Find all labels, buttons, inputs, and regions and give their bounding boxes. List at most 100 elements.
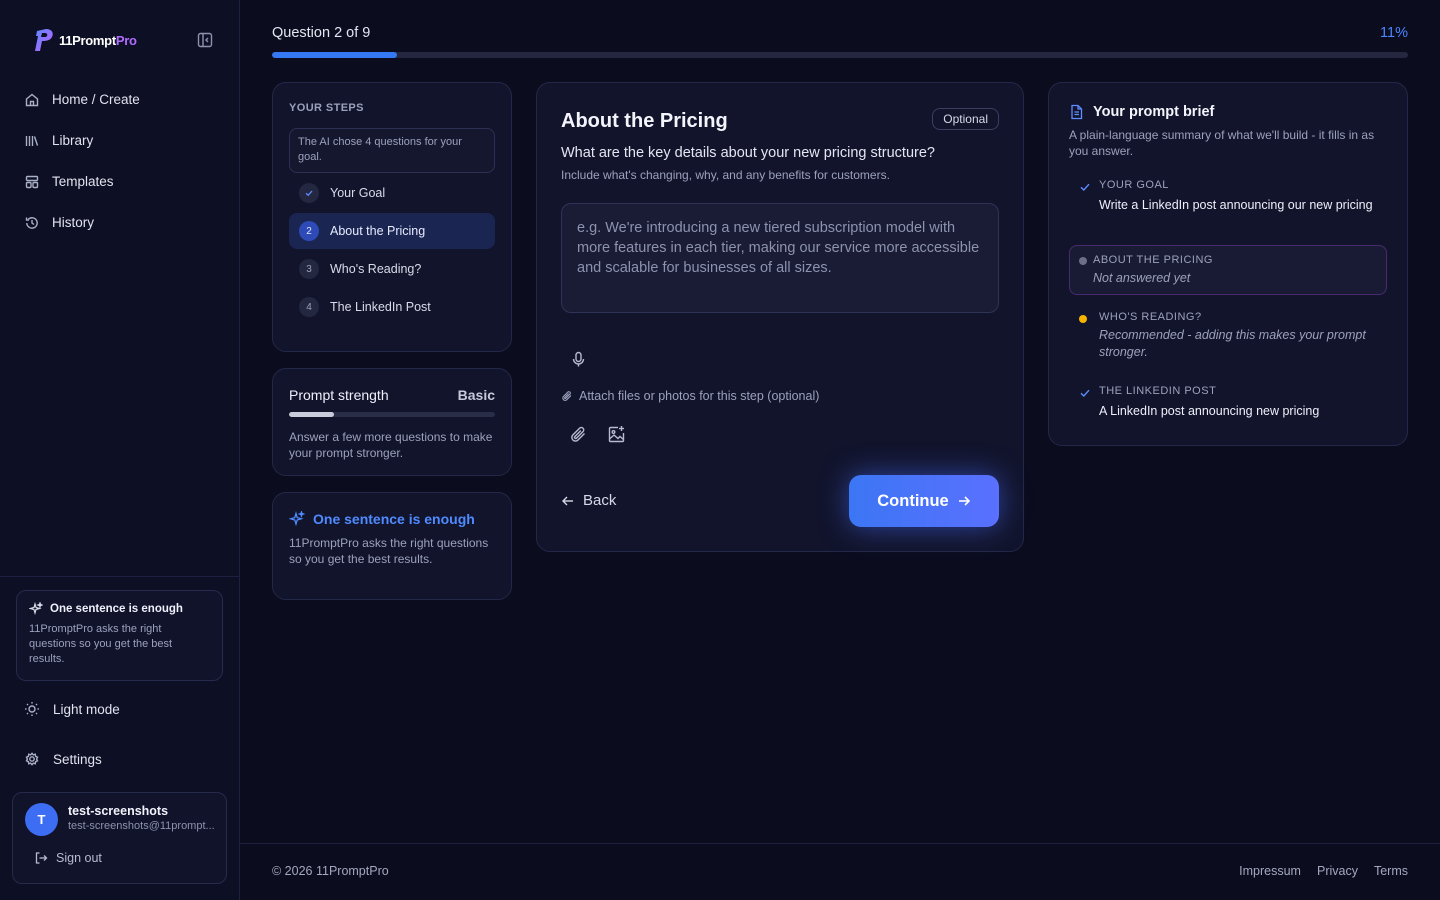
sign-out-icon xyxy=(35,852,48,864)
strength-level: Basic xyxy=(457,387,495,403)
check-icon xyxy=(1079,181,1091,193)
sidebar-divider xyxy=(0,576,239,577)
step-number: 3 xyxy=(299,259,319,279)
attach-photo-button[interactable] xyxy=(607,425,626,444)
user-card: T test-screenshots test-screenshots@11pr… xyxy=(12,792,227,884)
progress-bar xyxy=(272,52,1408,58)
step-about-the-pricing[interactable]: 2 About the Pricing xyxy=(289,213,495,249)
step-label: Who's Reading? xyxy=(330,262,422,276)
strength-label: Prompt strength xyxy=(289,387,389,403)
check-icon xyxy=(1079,387,1091,399)
microphone-icon[interactable] xyxy=(570,351,587,368)
progress-percent: 11% xyxy=(1380,25,1408,41)
step-number: 2 xyxy=(299,221,319,241)
brief-item-your-goal[interactable]: YOUR GOAL Write a LinkedIn post announci… xyxy=(1069,179,1387,214)
collapse-sidebar-icon[interactable] xyxy=(196,31,214,49)
logo-icon xyxy=(35,29,53,51)
prompt-strength-card: Prompt strength Basic Answer a few more … xyxy=(272,368,512,476)
continue-label: Continue xyxy=(877,491,949,510)
status-dot-gray xyxy=(1079,257,1087,265)
step-your-goal[interactable]: Your Goal xyxy=(289,175,495,211)
sidebar-item-library[interactable]: Library xyxy=(14,123,226,158)
footer-link-privacy[interactable]: Privacy xyxy=(1317,864,1358,878)
arrow-right-icon xyxy=(958,496,970,506)
light-mode-toggle[interactable]: Light mode xyxy=(24,701,120,717)
steps-card: YOUR STEPS The AI chose 4 questions for … xyxy=(272,82,512,352)
progress-bar-fill xyxy=(272,52,397,58)
step-number: 4 xyxy=(299,297,319,317)
library-icon xyxy=(25,135,39,146)
question-card: About the Pricing Optional What are the … xyxy=(536,82,1024,552)
footer-link-terms[interactable]: Terms xyxy=(1374,864,1408,878)
copyright: © 2026 11PromptPro xyxy=(272,864,389,878)
paperclip-icon xyxy=(571,426,585,442)
steps-title: YOUR STEPS xyxy=(289,102,364,114)
sign-out-button[interactable]: Sign out xyxy=(34,851,102,865)
step-label: Your Goal xyxy=(330,186,386,200)
sidebar-item-label: Home / Create xyxy=(52,92,140,107)
step-check-icon xyxy=(299,183,319,203)
sun-icon xyxy=(25,702,39,716)
brief-item-whos-reading[interactable]: WHO'S READING? Recommended - adding this… xyxy=(1069,311,1387,361)
sidebar-item-templates[interactable]: Templates xyxy=(14,164,226,199)
sidebar: 11PromptPro Home / Create Library Templa… xyxy=(0,0,240,900)
status-dot-yellow xyxy=(1079,313,1087,323)
sidebar-item-label: Templates xyxy=(52,174,114,189)
sidebar-tip-title: One sentence is enough xyxy=(29,602,210,616)
sparkle-icon xyxy=(29,602,43,616)
tip-card: One sentence is enough 11PromptPro asks … xyxy=(272,492,512,600)
sidebar-item-history[interactable]: History xyxy=(14,205,226,240)
avatar[interactable]: T xyxy=(25,803,58,836)
step-the-linkedin-post[interactable]: 4 The LinkedIn Post xyxy=(289,289,495,325)
brief-item-value: Recommended - adding this makes your pro… xyxy=(1099,328,1366,359)
sidebar-tip-body: 11PromptPro asks the right questions so … xyxy=(29,623,173,665)
sidebar-item-label: Library xyxy=(52,133,94,148)
answer-textarea[interactable]: e.g. We're introducing a new tiered subs… xyxy=(561,203,999,313)
paperclip-icon xyxy=(562,391,572,401)
optional-badge: Optional xyxy=(932,108,999,130)
sidebar-nav: Home / Create Library Templates History xyxy=(14,82,226,246)
step-label: The LinkedIn Post xyxy=(330,300,431,314)
footer-links: Impressum Privacy Terms xyxy=(1239,864,1408,878)
templates-icon xyxy=(25,175,39,188)
logo-text: 11PromptPro xyxy=(59,32,137,48)
question-hint: Include what's changing, why, and any be… xyxy=(561,168,890,182)
attach-file-button[interactable] xyxy=(569,425,588,444)
tip-body: 11PromptPro asks the right questions so … xyxy=(289,536,489,566)
strength-text: Answer a few more questions to make your… xyxy=(289,430,493,460)
brief-title: Your prompt brief xyxy=(1069,104,1214,120)
sidebar-item-label: History xyxy=(52,215,95,230)
user-email: test-screenshots@11prompt... xyxy=(68,820,215,832)
home-icon xyxy=(25,93,39,106)
sidebar-item-home[interactable]: Home / Create xyxy=(14,82,226,117)
app-logo[interactable]: 11PromptPro xyxy=(32,27,137,53)
back-button[interactable]: Back xyxy=(561,492,616,509)
brief-subtitle: A plain-language summary of what we'll b… xyxy=(1069,128,1375,158)
question-counter: Question 2 of 9 xyxy=(272,25,371,41)
step-label: About the Pricing xyxy=(330,224,426,238)
attach-label: Attach files or photos for this step (op… xyxy=(561,389,819,403)
brief-item-label: THE LINKEDIN POST xyxy=(1099,385,1217,397)
footer-divider xyxy=(240,843,1440,844)
document-icon xyxy=(1071,104,1083,120)
prompt-brief-card: Your prompt brief A plain-language summa… xyxy=(1048,82,1408,446)
step-whos-reading[interactable]: 3 Who's Reading? xyxy=(289,251,495,287)
brief-item-value: Not answered yet xyxy=(1093,271,1191,285)
footer-link-impressum[interactable]: Impressum xyxy=(1239,864,1301,878)
brief-item-label: YOUR GOAL xyxy=(1099,179,1169,191)
sparkle-icon xyxy=(289,511,305,527)
answer-placeholder: e.g. We're introducing a new tiered subs… xyxy=(577,220,980,276)
brief-item-the-linkedin-post[interactable]: THE LINKEDIN POST A LinkedIn post announ… xyxy=(1069,385,1387,420)
light-mode-label: Light mode xyxy=(53,701,120,717)
arrow-left-icon xyxy=(562,496,573,505)
tip-title: One sentence is enough xyxy=(289,511,495,527)
settings-link[interactable]: Settings xyxy=(24,751,102,767)
brief-item-about-the-pricing[interactable]: ABOUT THE PRICING Not answered yet xyxy=(1069,245,1387,295)
strength-bar-fill xyxy=(289,412,335,417)
question-text: What are the key details about your new … xyxy=(561,145,935,161)
brief-item-value: Write a LinkedIn post announcing our new… xyxy=(1099,198,1373,212)
brief-item-label: WHO'S READING? xyxy=(1099,311,1202,323)
strength-bar xyxy=(289,412,495,417)
continue-button[interactable]: Continue xyxy=(849,475,999,527)
brief-item-label: ABOUT THE PRICING xyxy=(1093,254,1213,266)
